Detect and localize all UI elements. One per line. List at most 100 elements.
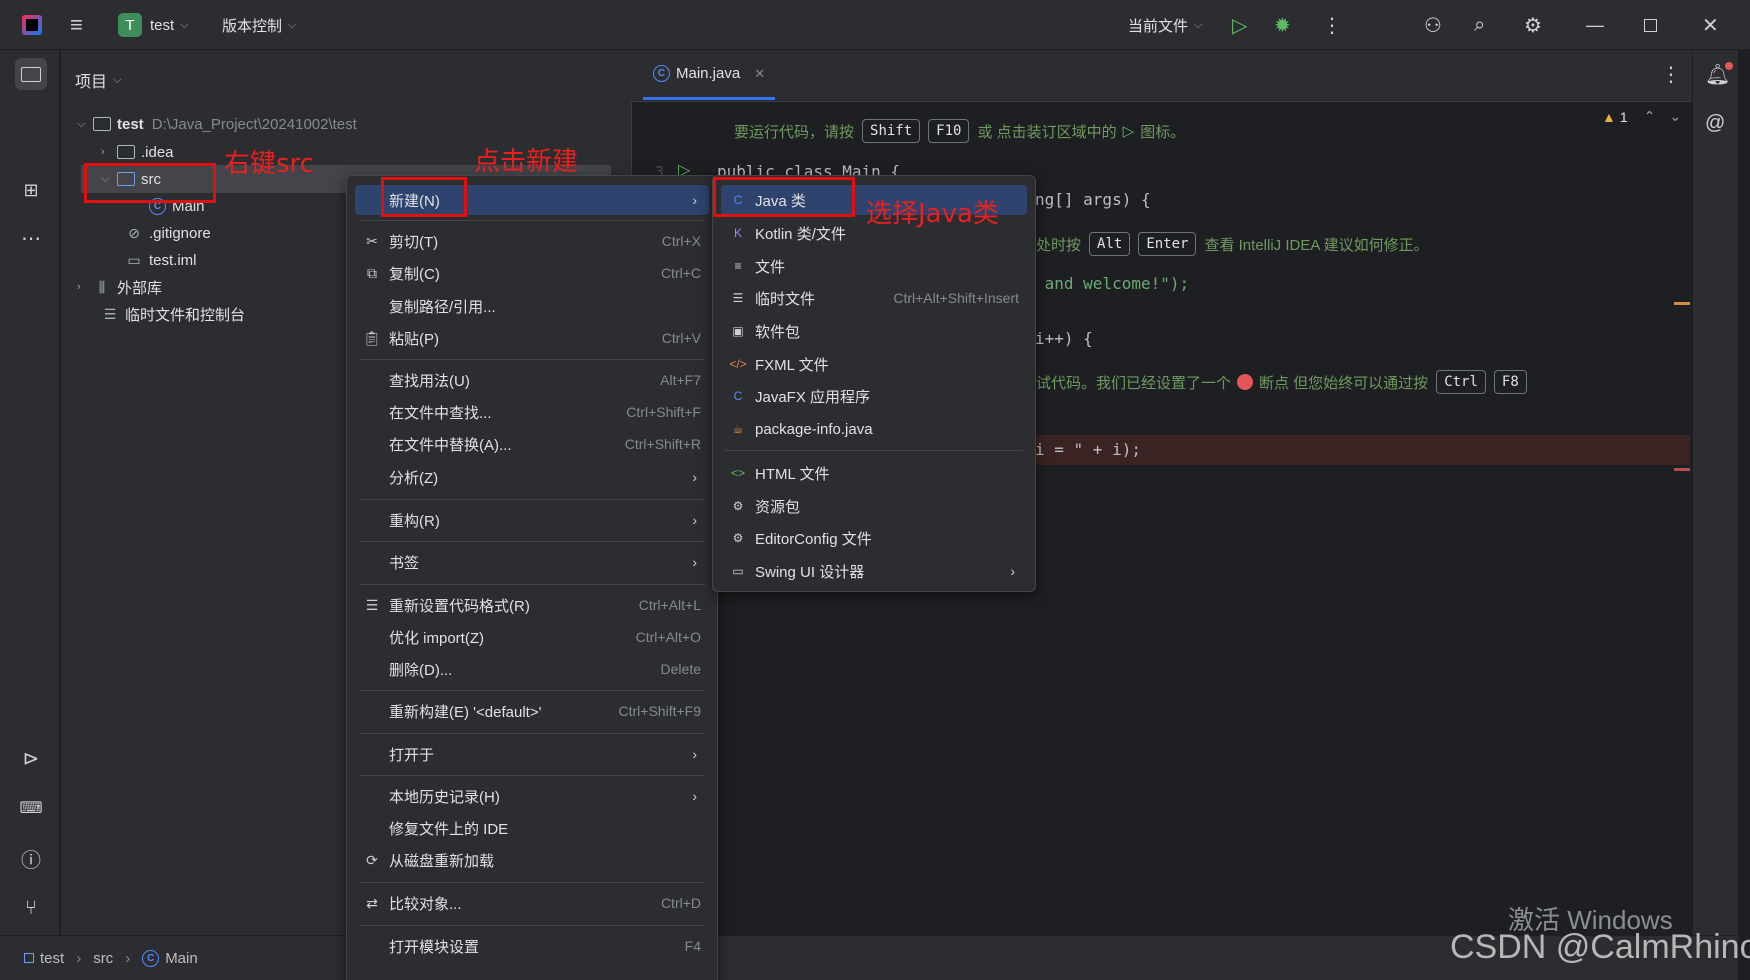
menu-item-bookmarks[interactable]: 书签 › <box>355 547 709 577</box>
search-icon[interactable]: ⌕ <box>1474 0 1485 50</box>
submenu-item-javafx[interactable]: C JavaFX 应用程序 <box>721 381 1027 411</box>
scratch-file-icon: ☰ <box>732 291 744 305</box>
tab-options-icon[interactable]: ⋮ <box>1661 62 1681 87</box>
scroll-breakpoint-marker[interactable] <box>1674 468 1690 471</box>
submenu-item-package[interactable]: ▣ 软件包 <box>721 316 1027 346</box>
menu-item-shortcut: F4 <box>684 938 701 954</box>
menu-item-label: 在文件中查找... <box>389 404 492 422</box>
ai-assistant-icon[interactable]: @ <box>1705 112 1725 135</box>
previous-highlight-icon[interactable]: ⌃ <box>1644 108 1656 125</box>
code-line: i = " + i); <box>1035 440 1141 459</box>
menu-item-copy[interactable]: ⧉ 复制(C) Ctrl+C <box>355 258 709 288</box>
submenu-item-resource-bundle[interactable]: ⚙ 资源包 <box>721 491 1027 521</box>
main-menu-icon[interactable]: ≡ <box>70 0 83 50</box>
submenu-item-label: Swing UI 设计器 <box>755 563 865 581</box>
intellij-logo-icon[interactable] <box>22 0 42 50</box>
submenu-arrow-icon: › <box>692 512 697 528</box>
menu-item-analyze[interactable]: 分析(Z) › <box>355 462 709 492</box>
editor-tab-bar: C Main.java ✕ ⋮ <box>631 50 1692 102</box>
scroll-warning-marker[interactable] <box>1674 302 1690 305</box>
menu-item-delete[interactable]: 删除(D)... Delete <box>355 654 709 684</box>
menu-item-cut[interactable]: ✂ 剪切(T) Ctrl+X <box>355 226 709 256</box>
menu-item-find-in-files[interactable]: 在文件中查找... Ctrl+Shift+F <box>355 397 709 427</box>
menu-item-reformat-code[interactable]: ☰ 重新设置代码格式(R) Ctrl+Alt+L <box>355 590 709 620</box>
expand-arrow-icon: ⌵ <box>77 117 86 130</box>
submenu-item-label: Kotlin 类/文件 <box>755 225 846 243</box>
menu-item-shortcut: Ctrl+Alt+Shift+Insert <box>893 290 1019 306</box>
file-icon: ≡ <box>734 259 742 273</box>
tree-row-iml[interactable]: ▭ test.iml <box>125 246 196 274</box>
root-name: test <box>117 115 144 133</box>
debug-icon[interactable]: ✹ <box>1274 0 1291 50</box>
submenu-item-package-info[interactable]: ☕ package-info.java <box>721 414 1027 444</box>
submenu-item-editorconfig[interactable]: ⚙ EditorConfig 文件 <box>721 523 1027 553</box>
project-selector[interactable]: T test ⌵ <box>118 0 189 50</box>
tree-row-scratches[interactable]: ☰ 临时文件和控制台 <box>101 300 245 328</box>
tab-close-icon[interactable]: ✕ <box>754 66 765 82</box>
close-icon[interactable]: ✕ <box>1702 0 1719 50</box>
submenu-item-html[interactable]: <> HTML 文件 <box>721 458 1027 488</box>
menu-item-label: 本地历史记录(H) <box>389 788 500 806</box>
submenu-item-fxml[interactable]: </> FXML 文件 <box>721 349 1027 379</box>
breakpoint-icon <box>1237 374 1254 390</box>
menu-item-repair-ide[interactable]: 修复文件上的 IDE <box>355 813 709 843</box>
menu-item-refactor[interactable]: 重构(R) › <box>355 505 709 535</box>
menu-item-shortcut: Alt+F7 <box>660 372 701 388</box>
menu-item-shortcut: Ctrl+Shift+F9 <box>618 703 701 719</box>
menu-item-label: 剪切(T) <box>389 233 439 251</box>
submenu-arrow-icon: › <box>1010 563 1015 579</box>
project-name: test <box>150 16 175 34</box>
problems-icon[interactable]: ⓘ <box>15 842 47 874</box>
structure-icon[interactable]: ⊞ <box>15 174 47 206</box>
settings-gear-icon[interactable]: ⚙ <box>1524 0 1542 50</box>
run-icon[interactable]: ▷ <box>1232 0 1247 50</box>
maximize-icon[interactable] <box>1644 0 1657 50</box>
vcs-menu[interactable]: 版本控制 ⌵ <box>222 0 296 50</box>
more-tools-icon[interactable]: ⋯ <box>15 222 47 254</box>
project-folder-icon[interactable] <box>15 58 47 90</box>
menu-item-compare-with[interactable]: ⇄ 比较对象... Ctrl+D <box>355 888 709 918</box>
tree-row-gitignore[interactable]: ⊘ .gitignore <box>125 219 211 247</box>
menu-item-label: 比较对象... <box>389 895 462 913</box>
project-panel-header[interactable]: 项目 ⌵ <box>75 68 121 92</box>
menu-item-replace-in-files[interactable]: 在文件中替换(A)... Ctrl+Shift+R <box>355 429 709 459</box>
tree-row-idea[interactable]: › .idea <box>101 138 174 166</box>
menu-item-label: 打开模块设置 <box>389 938 480 956</box>
run-config-selector[interactable]: 当前文件 ⌵ <box>1128 0 1202 50</box>
breadcrumb-item[interactable]: src <box>93 950 113 967</box>
warning-count: 1 <box>1619 108 1628 125</box>
run-tool-icon[interactable]: ⊳ <box>15 742 47 774</box>
menu-item-module-settings[interactable]: 打开模块设置 F4 <box>355 931 709 961</box>
menu-separator <box>359 925 705 926</box>
next-highlight-icon[interactable]: ⌄ <box>1669 108 1681 125</box>
add-user-icon[interactable]: ⚇ <box>1424 0 1442 50</box>
chevron-down-icon: ⌵ <box>180 18 189 31</box>
breadcrumb-item[interactable]: Main <box>165 950 198 967</box>
menu-item-copy-path[interactable]: 复制路径/引用... <box>355 291 709 321</box>
menu-item-rebuild[interactable]: 重新构建(E) '<default>' Ctrl+Shift+F9 <box>355 696 709 726</box>
menu-item-local-history[interactable]: 本地历史记录(H) › <box>355 781 709 811</box>
run-gutter-icon: ▷ <box>1122 123 1135 140</box>
menu-item-optimize-imports[interactable]: 优化 import(Z) Ctrl+Alt+O <box>355 622 709 652</box>
more-actions-icon[interactable]: ⋮ <box>1322 0 1342 50</box>
menu-item-open-in[interactable]: 打开于 › <box>355 739 709 769</box>
menu-item-reload-from-disk[interactable]: ⟳ 从磁盘重新加载 <box>355 845 709 875</box>
menu-item-find-usages[interactable]: 查找用法(U) Alt+F7 <box>355 365 709 395</box>
tree-row-root[interactable]: ⌵ test D:\Java_Project\20241002\test <box>77 110 357 138</box>
minimize-icon[interactable]: — <box>1586 0 1604 50</box>
tree-row-external-libs[interactable]: › ⫼ 外部库 <box>77 273 162 301</box>
submenu-item-file[interactable]: ≡ 文件 <box>721 251 1027 281</box>
chevron-down-icon: ⌵ <box>1194 18 1203 31</box>
breadcrumb-item[interactable]: test <box>40 950 64 967</box>
resource-bundle-icon: ⚙ <box>732 499 744 513</box>
terminal-icon[interactable]: ⌨ <box>15 792 47 824</box>
inspection-widget[interactable]: ▲ 1 ⌃ ⌄ <box>1602 108 1681 125</box>
menu-separator <box>359 733 705 734</box>
git-icon[interactable]: ⑂ <box>15 892 47 924</box>
menu-item-label: 修复文件上的 IDE <box>389 820 509 838</box>
submenu-item-swing-ui[interactable]: ▭ Swing UI 设计器 › <box>721 556 1027 586</box>
submenu-item-scratch[interactable]: ☰ 临时文件 Ctrl+Alt+Shift+Insert <box>721 283 1027 313</box>
menu-item-paste[interactable]: 📋︎ 粘贴(P) Ctrl+V <box>355 323 709 353</box>
tab-main-java[interactable]: C Main.java ✕ <box>643 50 776 100</box>
hint-text: 试代码。我们已经设置了一个 <box>1036 374 1232 392</box>
